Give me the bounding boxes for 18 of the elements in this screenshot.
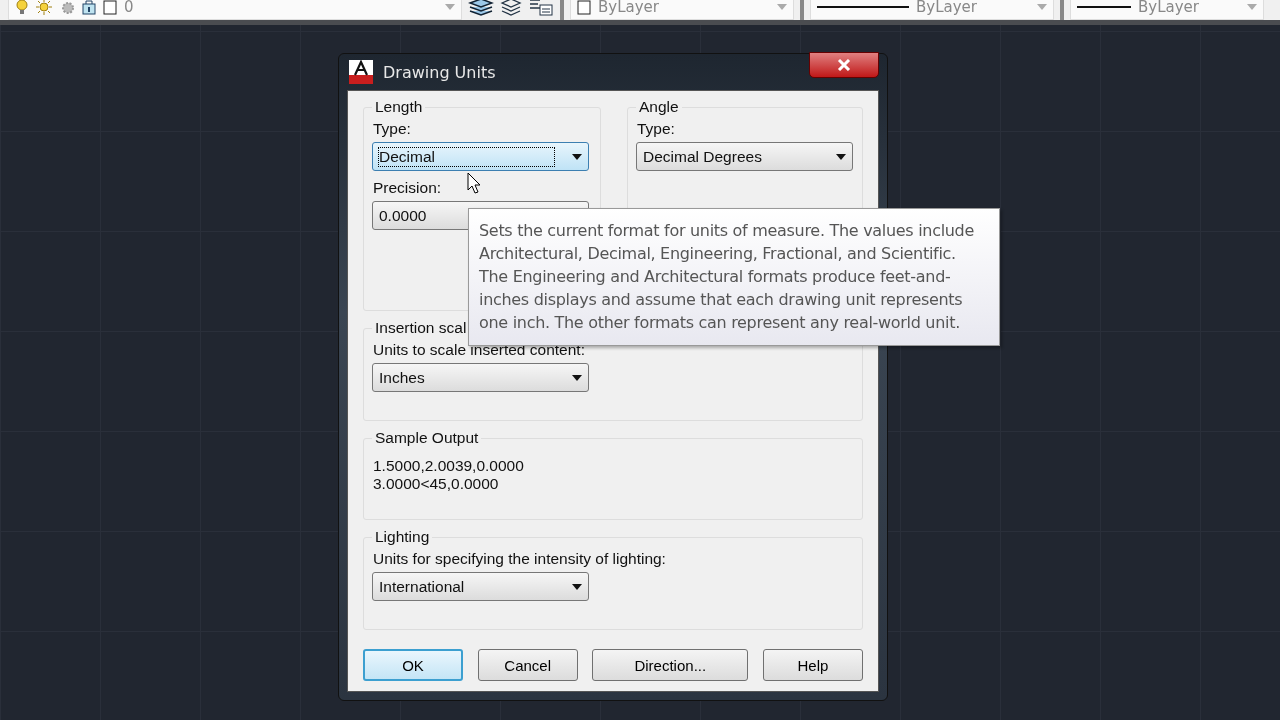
group-title: Angle bbox=[636, 98, 682, 116]
layer-name: 0 bbox=[124, 0, 134, 16]
tooltip-text: The Engineering and Architectural formats produce feet-and- bbox=[479, 266, 952, 288]
group-title: Sample Output bbox=[372, 429, 482, 447]
sample-output-text: 1.5000,2.0039,0.0000 bbox=[373, 457, 525, 475]
tooltip-text: inches displays and assume that each drawing unit represents bbox=[479, 289, 964, 311]
field-label: Type: bbox=[637, 120, 675, 138]
tooltip-text: one inch. The other formats can represent any real-world unit. bbox=[479, 312, 961, 334]
sample-output-text: 3.0000<45,0.0000 bbox=[373, 475, 500, 493]
group-title: Length bbox=[372, 98, 426, 116]
field-label: Units for specifying the intensity of lighting: bbox=[373, 550, 666, 568]
tooltip-text: Architectural, Decimal, Engineering, Fractional, and Scientific. bbox=[479, 243, 957, 265]
field-label: Type: bbox=[373, 120, 411, 138]
tooltip-text: Sets the current format for units of measure. The values include bbox=[479, 220, 976, 242]
group-title: Lighting bbox=[372, 528, 433, 546]
window-title: Drawing Units bbox=[383, 62, 496, 82]
field-label: Precision: bbox=[373, 179, 442, 197]
field-label: Units to scale inserted content: bbox=[373, 341, 585, 359]
